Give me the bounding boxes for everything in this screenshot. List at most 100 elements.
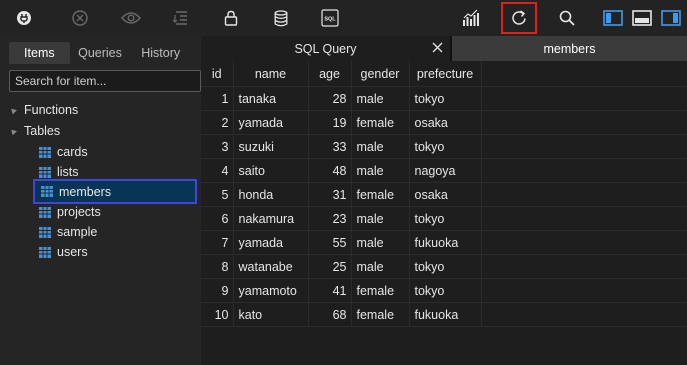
table-icon [39, 226, 51, 238]
cancel-icon[interactable] [66, 4, 94, 32]
tab-sql-query[interactable]: SQL Query [201, 36, 450, 61]
tree-group-functions[interactable]: Functions [9, 101, 78, 119]
toggle-left-panel-icon[interactable] [599, 4, 627, 32]
cell-id[interactable]: 7 [201, 230, 234, 255]
close-icon[interactable] [432, 42, 443, 53]
table-row[interactable]: 8 watanabe 25 male tokyo [201, 254, 687, 279]
cell-age[interactable]: 28 [308, 86, 352, 111]
column-header-gender[interactable]: gender [351, 61, 410, 87]
row-filler [481, 110, 687, 135]
cell-age[interactable]: 25 [308, 254, 352, 279]
tree-item-projects[interactable]: projects [33, 202, 195, 222]
lock-icon[interactable] [217, 4, 245, 32]
cell-prefecture[interactable]: tokyo [409, 86, 482, 111]
column-header-age[interactable]: age [308, 61, 352, 87]
cell-id[interactable]: 5 [201, 182, 234, 207]
tree-group-tables[interactable]: Tables [9, 122, 60, 140]
cell-gender[interactable]: female [351, 110, 410, 135]
cell-age[interactable]: 19 [308, 110, 352, 135]
cell-prefecture[interactable]: osaka [409, 182, 482, 207]
cell-prefecture[interactable]: fukuoka [409, 302, 482, 327]
tab-queries[interactable]: Queries [70, 42, 131, 64]
cell-prefecture[interactable]: tokyo [409, 278, 482, 303]
cell-name[interactable]: kato [233, 302, 309, 327]
cell-name[interactable]: watanabe [233, 254, 309, 279]
cell-gender[interactable]: male [351, 230, 410, 255]
table-row[interactable]: 1 tanaka 28 male tokyo [201, 86, 687, 111]
cell-gender[interactable]: female [351, 182, 410, 207]
format-icon[interactable] [167, 4, 195, 32]
tree-item-sample[interactable]: sample [33, 222, 195, 242]
cell-age[interactable]: 23 [308, 206, 352, 231]
tab-label: members [543, 41, 596, 56]
editor-tabbar: SQL Query members [201, 36, 687, 61]
cell-gender[interactable]: male [351, 254, 410, 279]
cell-id[interactable]: 1 [201, 86, 234, 111]
cell-name[interactable]: nakamura [233, 206, 309, 231]
cell-id[interactable]: 6 [201, 206, 234, 231]
cell-gender[interactable]: male [351, 86, 410, 111]
cell-gender[interactable]: female [351, 278, 410, 303]
table-row[interactable]: 5 honda 31 female osaka [201, 182, 687, 207]
column-header-name[interactable]: name [233, 61, 309, 87]
cell-name[interactable]: yamada [233, 110, 309, 135]
tab-history[interactable]: History [130, 42, 191, 64]
cell-gender[interactable]: female [351, 302, 410, 327]
cell-name[interactable]: yamada [233, 230, 309, 255]
cell-id[interactable]: 9 [201, 278, 234, 303]
cell-gender[interactable]: male [351, 134, 410, 159]
cell-id[interactable]: 3 [201, 134, 234, 159]
cell-name[interactable]: tanaka [233, 86, 309, 111]
table-row[interactable]: 3 suzuki 33 male tokyo [201, 134, 687, 159]
column-header-prefecture[interactable]: prefecture [409, 61, 482, 87]
tree-item-members[interactable]: members [33, 179, 197, 204]
table-row[interactable]: 10 kato 68 female fukuoka [201, 302, 687, 327]
tab-items[interactable]: Items [9, 42, 70, 64]
cell-age[interactable]: 31 [308, 182, 352, 207]
cell-age[interactable]: 33 [308, 134, 352, 159]
tree-item-label: lists [57, 165, 79, 179]
cell-name[interactable]: honda [233, 182, 309, 207]
cell-name[interactable]: suzuki [233, 134, 309, 159]
table-row[interactable]: 9 yamamoto 41 female tokyo [201, 278, 687, 303]
column-header-id[interactable]: id [201, 61, 234, 87]
cell-gender[interactable]: male [351, 206, 410, 231]
cell-gender[interactable]: male [351, 158, 410, 183]
toggle-bottom-panel-icon[interactable] [628, 4, 656, 32]
table-row[interactable]: 4 saito 48 male nagoya [201, 158, 687, 183]
cell-id[interactable]: 2 [201, 110, 234, 135]
cell-id[interactable]: 4 [201, 158, 234, 183]
cell-prefecture[interactable]: osaka [409, 110, 482, 135]
plugin-icon[interactable] [10, 4, 38, 32]
cell-id[interactable]: 8 [201, 254, 234, 279]
tree-item-label: projects [57, 205, 101, 219]
refresh-icon[interactable] [501, 2, 537, 34]
cell-age[interactable]: 41 [308, 278, 352, 303]
table-row[interactable]: 2 yamada 19 female osaka [201, 110, 687, 135]
cell-prefecture[interactable]: tokyo [409, 134, 482, 159]
table-icon [41, 186, 53, 197]
cell-age[interactable]: 68 [308, 302, 352, 327]
sql-icon[interactable]: SQL [316, 4, 344, 32]
cell-age[interactable]: 55 [308, 230, 352, 255]
tree-item-cards[interactable]: cards [33, 142, 195, 162]
search-input[interactable] [9, 70, 201, 92]
toggle-right-panel-icon[interactable] [657, 4, 685, 32]
cell-id[interactable]: 10 [201, 302, 234, 327]
chart-icon[interactable] [457, 4, 485, 32]
cell-name[interactable]: yamamoto [233, 278, 309, 303]
table-row[interactable]: 6 nakamura 23 male tokyo [201, 206, 687, 231]
cell-prefecture[interactable]: tokyo [409, 254, 482, 279]
preview-icon[interactable] [117, 4, 145, 32]
cell-prefecture[interactable]: tokyo [409, 206, 482, 231]
table-row[interactable]: 7 yamada 55 male fukuoka [201, 230, 687, 255]
cell-name[interactable]: saito [233, 158, 309, 183]
search-icon[interactable] [553, 4, 581, 32]
tree-item-label: sample [57, 225, 98, 239]
cell-prefecture[interactable]: nagoya [409, 158, 482, 183]
tab-members[interactable]: members [452, 36, 687, 61]
cell-age[interactable]: 48 [308, 158, 352, 183]
database-icon[interactable] [267, 4, 295, 32]
cell-prefecture[interactable]: fukuoka [409, 230, 482, 255]
tree-item-users[interactable]: users [33, 242, 195, 262]
